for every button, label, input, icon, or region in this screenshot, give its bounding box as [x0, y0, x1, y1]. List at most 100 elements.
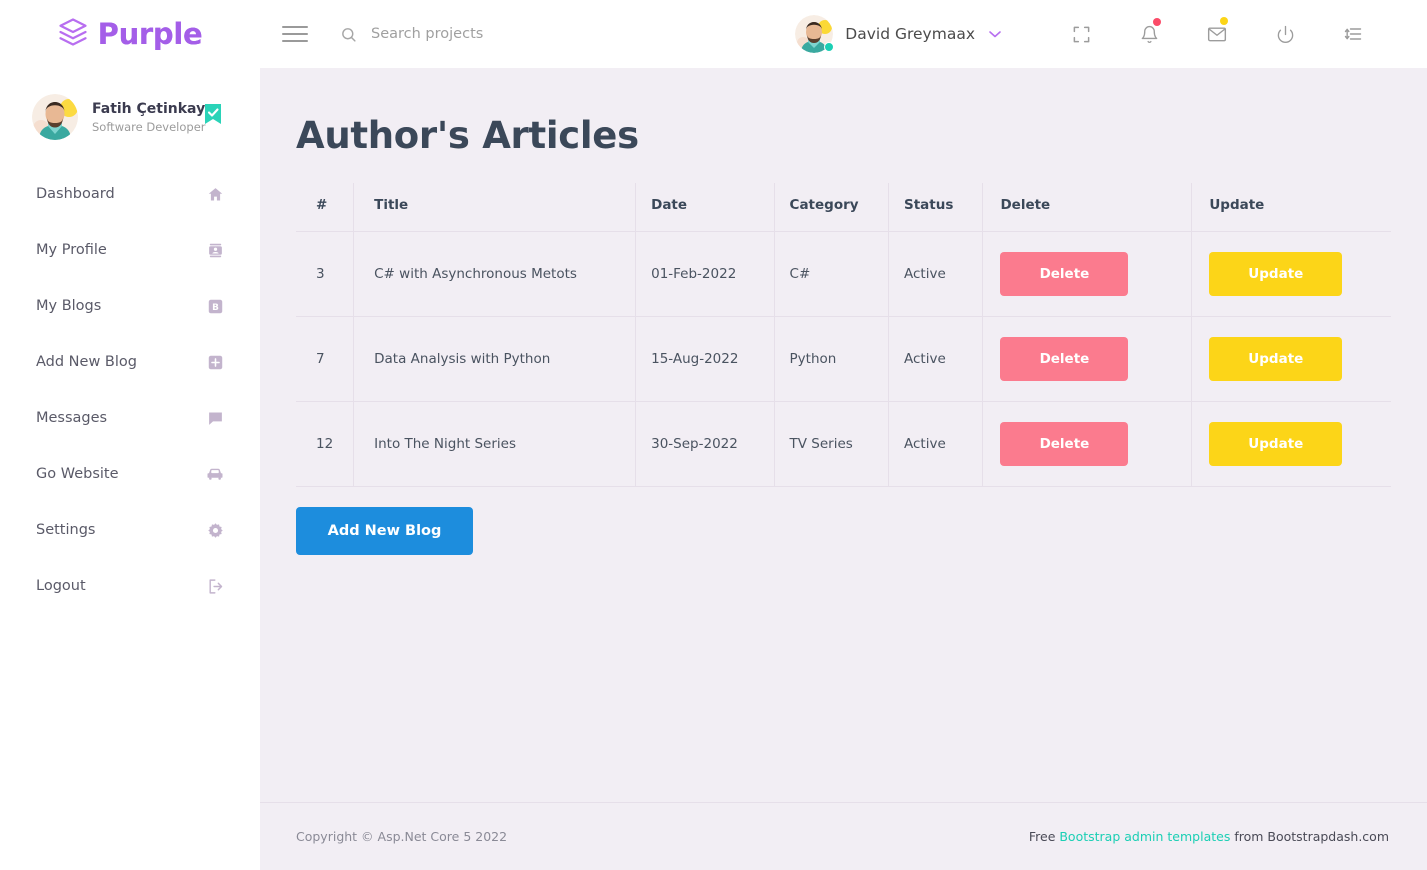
column-header-date: Date [635, 183, 775, 232]
column-header-number: # [296, 183, 355, 232]
content-area: Author's Articles # Title Date Category … [260, 68, 1427, 870]
articles-table: # Title Date Category Status Delete Upda… [296, 183, 1391, 487]
brand-name: Purple [97, 17, 203, 51]
footer: Copyright © Asp.Net Core 5 2022 Free Boo… [260, 802, 1427, 870]
cell-title: C# with Asynchronous Metots [353, 231, 637, 317]
plus-square-icon [207, 354, 224, 371]
cell-delete: Delete [982, 401, 1193, 487]
sidebar-item-my-blogs[interactable]: My Blogs B [0, 278, 260, 334]
cell-number: 7 [296, 316, 355, 402]
content-inner: Author's Articles # Title Date Category … [260, 68, 1427, 802]
envelope-badge-dot [1220, 17, 1228, 25]
cell-update: Update [1191, 231, 1391, 317]
sidebar-item-label: My Blogs [36, 298, 102, 314]
body-row: Fatih Çetinkaya Software Developer Dashb… [0, 68, 1427, 870]
navbar-profile-dropdown[interactable]: David Greymaax [795, 15, 1017, 53]
chevron-down-icon [989, 28, 1001, 41]
column-header-status: Status [888, 183, 984, 232]
cell-date: 01-Feb-2022 [635, 231, 775, 317]
bell-icon[interactable] [1115, 0, 1183, 68]
page-title: Author's Articles [296, 114, 639, 157]
delete-button[interactable]: Delete [1000, 422, 1129, 466]
sidebar-item-add-new-blog[interactable]: Add New Blog [0, 334, 260, 390]
sidebar-menu: Dashboard My Profile My Blogs B Add New … [0, 166, 260, 614]
update-button[interactable]: Update [1209, 252, 1343, 296]
table-row: 7 Data Analysis with Python 15-Aug-2022 … [296, 316, 1391, 402]
brand-logo-link[interactable]: Purple [0, 0, 260, 68]
update-button[interactable]: Update [1209, 422, 1343, 466]
verified-check-badge [203, 103, 223, 129]
sidebar-item-label: My Profile [36, 242, 107, 258]
avatar [795, 15, 835, 53]
column-header-delete: Delete [982, 183, 1193, 232]
svg-text:B: B [212, 303, 219, 313]
cell-date: 15-Aug-2022 [635, 316, 775, 402]
search-icon [340, 26, 357, 43]
sidebar-profile[interactable]: Fatih Çetinkaya Software Developer [0, 82, 260, 154]
cell-update: Update [1191, 401, 1391, 487]
column-header-category: Category [774, 183, 889, 232]
logout-icon [207, 578, 224, 595]
update-button[interactable]: Update [1209, 337, 1343, 381]
power-icon[interactable] [1251, 0, 1319, 68]
footer-free-text: Free [1028, 829, 1060, 844]
sidebar-item-settings[interactable]: Settings [0, 502, 260, 558]
envelope-icon[interactable] [1183, 0, 1251, 68]
cell-status: Active [888, 316, 984, 402]
navbar-right-actions: David Greymaax [795, 0, 1387, 68]
sidebar-item-messages[interactable]: Messages [0, 390, 260, 446]
add-new-blog-button[interactable]: Add New Blog [296, 507, 473, 555]
gear-icon [207, 522, 224, 539]
app-root: Purple Search projects David Greymaax Fa… [0, 0, 1427, 870]
sidebar-item-dashboard[interactable]: Dashboard [0, 166, 260, 222]
online-status-dot [824, 42, 835, 52]
navbar-main: David Greymaax [260, 0, 1427, 68]
table-head: # Title Date Category Status Delete Upda… [296, 183, 1391, 232]
user-avatar [32, 94, 78, 140]
cell-category: TV Series [774, 401, 889, 487]
cell-title: Data Analysis with Python [353, 316, 637, 402]
footer-from-text: from Bootstrapdash.com [1230, 829, 1389, 844]
sidebar-profile-role: Software Developer [92, 119, 206, 134]
table-row: 12 Into The Night Series 30-Sep-2022 TV … [296, 401, 1391, 487]
navbar-profile-name: David Greymaax [845, 25, 975, 43]
cell-date: 30-Sep-2022 [635, 401, 775, 487]
sidebar: Fatih Çetinkaya Software Developer Dashb… [0, 68, 260, 870]
sidebar-item-my-profile[interactable]: My Profile [0, 222, 260, 278]
blog-b-icon: B [207, 298, 224, 315]
top-navbar: Purple Search projects David Greymaax [0, 0, 1427, 68]
column-header-title: Title [353, 183, 637, 232]
cell-category: C# [774, 231, 889, 317]
footer-credits: Free Bootstrap admin templates from Boot… [1029, 829, 1389, 844]
sidebar-item-label: Go Website [36, 466, 119, 482]
table-header-row: # Title Date Category Status Delete Upda… [296, 183, 1391, 232]
cell-number: 12 [296, 401, 355, 487]
sidebar-item-label: Logout [36, 578, 86, 594]
contact-card-icon [207, 242, 224, 259]
home-icon [207, 186, 224, 203]
sidebar-profile-name: Fatih Çetinkaya [92, 100, 215, 117]
layers-icon [58, 17, 88, 51]
sidebar-item-go-website[interactable]: Go Website [0, 446, 260, 502]
sort-list-icon[interactable] [1319, 0, 1387, 68]
cell-delete: Delete [982, 316, 1193, 402]
sidebar-item-logout[interactable]: Logout [0, 558, 260, 614]
sidebar-item-label: Add New Blog [36, 354, 137, 370]
fullscreen-icon[interactable] [1047, 0, 1115, 68]
search-box[interactable] [340, 26, 795, 43]
sidebar-item-label: Settings [36, 522, 96, 538]
cell-status: Active [888, 401, 984, 487]
cell-title: Into The Night Series [353, 401, 637, 487]
bootstrap-templates-link[interactable]: Bootstrap admin templates [1059, 829, 1230, 844]
cell-category: Python [774, 316, 889, 402]
bell-badge-dot [1153, 18, 1161, 26]
column-header-update: Update [1191, 183, 1391, 232]
delete-button[interactable]: Delete [1000, 337, 1129, 381]
cell-update: Update [1191, 316, 1391, 402]
car-icon [206, 465, 224, 483]
hamburger-menu-icon[interactable] [282, 23, 308, 45]
delete-button[interactable]: Delete [1000, 252, 1129, 296]
search-input[interactable] [371, 26, 671, 42]
cell-number: 3 [296, 231, 355, 317]
footer-copyright: Copyright © Asp.Net Core 5 2022 [296, 829, 508, 844]
